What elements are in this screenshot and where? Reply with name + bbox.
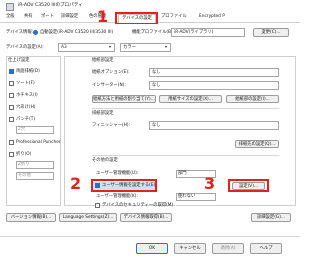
checkbox-fold[interactable] xyxy=(9,152,14,157)
tab-general[interactable]: 全般 xyxy=(6,14,15,19)
checkbox-professional-puncher[interactable] xyxy=(9,140,14,145)
finisher-field[interactable] xyxy=(149,121,279,130)
auto-set-label: 自動設定(iR-ADV C3520 III/3530 III) xyxy=(40,30,114,35)
feed-option-value: なし xyxy=(152,70,161,75)
divider xyxy=(92,108,279,109)
output-settings-header: 排紙部設定 xyxy=(92,111,114,116)
device-info-retrieve-button[interactable]: デバイス情報取得(B)... xyxy=(120,213,172,222)
detail-settings-button[interactable]: 詳細設定(G)... xyxy=(251,213,291,222)
output-destination-button[interactable]: 排紙先の設定(Q)... xyxy=(235,140,279,148)
user-management-label: ユーザー管理機能(U): xyxy=(96,171,139,176)
tab-encrypted[interactable]: Encrypted P xyxy=(199,14,225,19)
inserter-value: なし xyxy=(152,83,161,88)
feed-unit-settings-button[interactable]: 給紙部の設定(I)... xyxy=(226,95,279,103)
checkbox-duplex[interactable] xyxy=(9,69,14,74)
label-hole-punch: 穴あけ(H) xyxy=(16,105,36,110)
help-button[interactable]: ヘルプ xyxy=(250,243,282,254)
label-duplex: 両面排紙(D) xyxy=(16,69,40,74)
finishing-header: 仕上げ設定 xyxy=(8,58,30,63)
checkbox-hole-punch[interactable] xyxy=(9,105,14,110)
tab-ports[interactable]: ポート xyxy=(41,14,54,19)
chevron-down-icon: ▾ xyxy=(109,44,112,49)
printer-icon xyxy=(6,3,14,11)
feed-settings-header: 給紙部設定 xyxy=(92,58,114,63)
punch-value: 2穴 xyxy=(18,127,26,132)
version-info-button[interactable]: バージョン情報(B)... xyxy=(6,213,56,222)
divider xyxy=(92,155,279,156)
finisher-label: フィニッシャー(H): xyxy=(92,123,131,128)
highlight-box-3 xyxy=(228,179,269,192)
checkbox-staple[interactable] xyxy=(9,93,14,98)
highlight-box-2 xyxy=(91,179,157,192)
tab-sharing[interactable]: 共有 xyxy=(24,14,33,19)
security-label: デバイスのセキュリティーの取得(M) xyxy=(102,203,174,208)
checkbox-sort[interactable] xyxy=(9,81,14,86)
inserter-field[interactable] xyxy=(149,81,279,90)
paper-size-value: A3 xyxy=(61,45,67,50)
label-staple: ホチキス(I) xyxy=(16,93,38,98)
window-title: iR-ADV C3520 IIIのプロパティ xyxy=(18,3,83,8)
label-sort: ソート(F) xyxy=(16,81,35,86)
footer-divider xyxy=(0,236,300,237)
user-management-value: 部門 xyxy=(178,171,187,176)
label-punch: パンチ(T) xyxy=(16,117,36,122)
other-value: その他 xyxy=(18,173,31,178)
auto-set-radio[interactable] xyxy=(33,30,38,35)
user-management-k-label: ユーザー管理機能(K): xyxy=(96,194,138,199)
finisher-value: なし xyxy=(152,123,161,128)
other-settings-header: その他の設定 xyxy=(92,158,118,163)
apply-button[interactable]: 適用(A) xyxy=(212,243,244,254)
tab-advanced[interactable]: 詳細設定 xyxy=(61,14,78,19)
profile-value: iR-ADV(ライブラリ) xyxy=(174,30,214,35)
feed-option-field[interactable] xyxy=(149,68,279,77)
label-fold: 折り(O) xyxy=(16,152,32,157)
tab-profile[interactable]: プロファイル xyxy=(161,14,187,19)
annotation-number-1: 1 xyxy=(97,7,109,26)
color-value: カラー xyxy=(123,45,136,50)
language-settings-button[interactable]: Language Settings(Z)... xyxy=(59,213,117,222)
device-info-label: デバイス情報: xyxy=(6,30,34,35)
chevron-down-icon: ▾ xyxy=(165,44,168,49)
paper-size-settings-button[interactable]: 用紙サイズの設定(X)... xyxy=(159,95,222,103)
checkbox-punch[interactable] xyxy=(9,117,14,122)
cancel-button[interactable]: キャンセル xyxy=(174,243,206,254)
change-button[interactable]: 変更(C)... xyxy=(253,28,289,37)
inserter-label: インサーター(N): xyxy=(92,83,126,88)
profile-label: 機能プロファイル(B): xyxy=(132,30,175,35)
paper-source-assign-button[interactable]: 給紙方法と用紙の割り当て(Y)... xyxy=(92,95,156,103)
label-professional-puncher: Professional Puncher xyxy=(16,140,61,145)
user-management-k-value: 使わない xyxy=(178,194,196,199)
device-settings-label: デバイスの設定(A): xyxy=(6,45,44,50)
annotation-number-2: 2 xyxy=(70,174,82,193)
feed-option-label: 給紙オプション(E): xyxy=(92,70,130,75)
annotation-number-3: 3 xyxy=(204,174,216,193)
ok-button[interactable]: OK xyxy=(136,243,168,254)
checkbox-security[interactable] xyxy=(95,203,100,208)
fold-value: Z折り xyxy=(18,162,30,167)
